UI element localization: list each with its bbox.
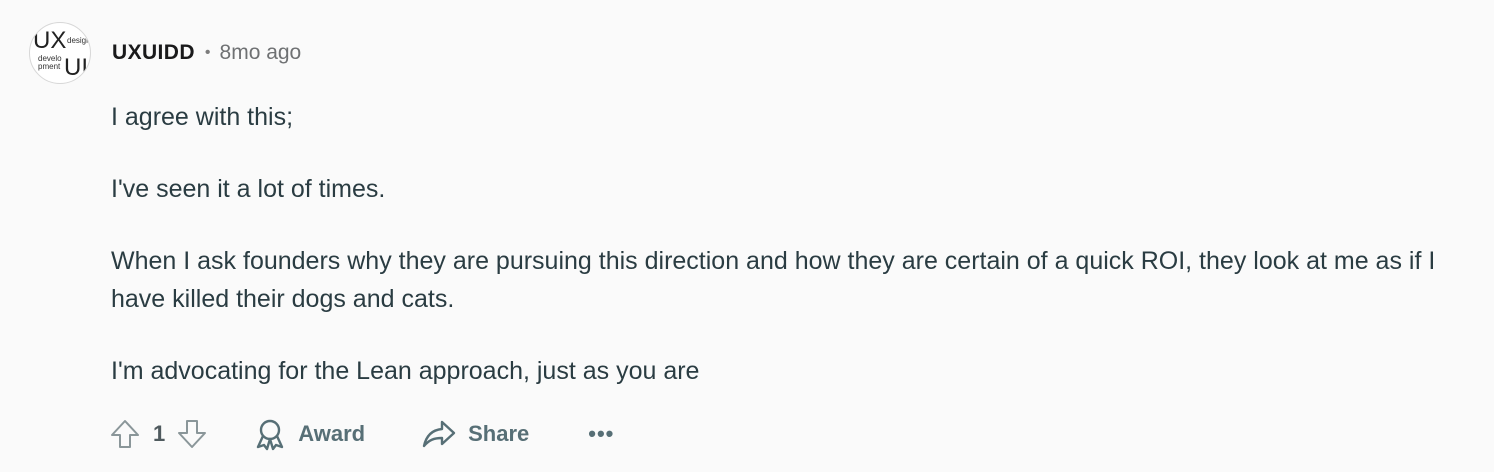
avatar-text-design: design <box>67 36 90 45</box>
avatar-text-ux: UX <box>33 27 66 54</box>
award-button[interactable]: Award <box>254 417 365 451</box>
share-button[interactable]: Share <box>422 419 529 449</box>
award-icon <box>257 419 284 451</box>
comment-paragraph: I'm advocating for the Lean approach, ju… <box>111 357 700 385</box>
comment: UX design develo pment UI UXUIDD • 8mo a… <box>0 0 1494 472</box>
comment-paragraph: I agree with this; <box>111 103 294 131</box>
downvote-button[interactable] <box>175 417 209 451</box>
share-label: Share <box>468 421 530 446</box>
arrow-down-icon <box>178 420 207 448</box>
comment-meta: UXUIDD • 8mo ago <box>112 38 301 68</box>
uxui-logo-icon: UX design develo pment UI <box>33 27 90 81</box>
comment-actions: 1 Award Share ••• <box>108 412 614 456</box>
comment-paragraph: I've seen it a lot of times. <box>111 175 386 203</box>
avatar[interactable]: UX design develo pment UI <box>29 22 91 84</box>
arrow-up-icon <box>111 420 139 448</box>
avatar-text-pment: pment <box>38 62 61 71</box>
timestamp[interactable]: 8mo ago <box>220 41 302 65</box>
award-label: Award <box>298 421 366 446</box>
comment-paragraph: When I ask founders why they are pursuin… <box>111 247 1443 313</box>
username-link[interactable]: UXUIDD <box>112 41 195 65</box>
share-icon <box>422 420 456 448</box>
comment-body: I agree with this; I've seen it a lot of… <box>111 98 1451 424</box>
avatar-text-ui: UI <box>64 54 88 81</box>
more-options-icon: ••• <box>588 421 615 446</box>
more-options-button[interactable]: ••• <box>588 421 614 447</box>
upvote-button[interactable] <box>108 417 142 451</box>
meta-separator: • <box>204 44 211 61</box>
vote-count: 1 <box>153 421 166 446</box>
